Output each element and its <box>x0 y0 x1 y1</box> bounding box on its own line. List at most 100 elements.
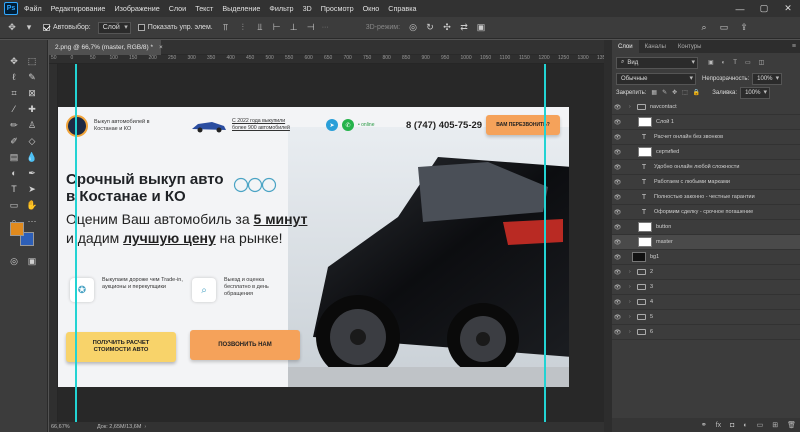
visibility-eye-icon[interactable]: 👁 <box>612 164 623 171</box>
foreground-color-swatch[interactable] <box>10 222 24 236</box>
close-window-button[interactable]: ✕ <box>776 0 800 17</box>
layer-row[interactable]: 👁 › 5 <box>612 310 800 325</box>
layer-row[interactable]: 👁 T Работаем с любыми марками <box>612 175 800 190</box>
panel-collapse-strip[interactable] <box>604 40 612 432</box>
menu-image[interactable]: Изображение <box>114 4 159 13</box>
lock-transparent-icon[interactable]: ▦ <box>651 89 657 96</box>
frame-tool-icon[interactable]: ⊠ <box>24 86 40 100</box>
group-expand-chevron-icon[interactable]: › <box>629 314 635 320</box>
layer-row[interactable]: 👁 › 4 <box>612 295 800 310</box>
share-icon[interactable]: ⇪ <box>738 22 750 34</box>
vertical-guide-right[interactable] <box>544 64 546 422</box>
align-top-icon[interactable]: ⫪ <box>220 22 232 34</box>
3d-camera-icon[interactable]: ▣ <box>475 22 487 34</box>
3d-orbit-icon[interactable]: ◎ <box>407 22 419 34</box>
layer-row[interactable]: 👁 › 2 <box>612 265 800 280</box>
hand-tool-icon[interactable]: ✋ <box>24 198 40 212</box>
menu-select[interactable]: Выделение <box>222 4 260 13</box>
layer-row[interactable]: 👁 › navcontact <box>612 100 800 115</box>
document-tab[interactable]: 2.png @ 66,7% (master, RGB/8) * × <box>49 40 163 55</box>
visibility-eye-icon[interactable]: 👁 <box>612 254 623 261</box>
brush-tool-icon[interactable]: ✏ <box>6 118 22 132</box>
lock-artboard-icon[interactable]: ⬚ <box>682 89 688 96</box>
visibility-eye-icon[interactable]: 👁 <box>612 224 623 231</box>
align-left-icon[interactable]: ⊢ <box>271 22 283 34</box>
healing-brush-icon[interactable]: ✚ <box>24 102 40 116</box>
filter-shape-icon[interactable]: ▭ <box>745 59 751 66</box>
align-right-icon[interactable]: ⊣ <box>305 22 317 34</box>
menu-layers[interactable]: Слои <box>169 4 186 13</box>
more-tools-icon[interactable]: ··· <box>24 214 40 228</box>
opacity-input[interactable]: 100% <box>752 72 783 85</box>
layer-row[interactable]: 👁 T Оформим сделку - срочное погашение <box>612 205 800 220</box>
new-layer-icon[interactable]: ⊞ <box>772 421 778 429</box>
more-options-button[interactable]: ··· <box>322 24 329 31</box>
layer-row[interactable]: 👁 › 6 <box>612 325 800 340</box>
eraser-tool-icon[interactable]: ◇ <box>24 134 40 148</box>
telegram-icon[interactable]: ➤ <box>326 119 338 131</box>
lock-image-icon[interactable]: ✎ <box>662 89 667 96</box>
mask-icon[interactable]: ◘ <box>730 422 734 429</box>
layer-row[interactable]: 👁 T Удобно онлайн любой сложности <box>612 160 800 175</box>
layer-row[interactable]: 👁 T Расчет онлайн без звонков <box>612 130 800 145</box>
visibility-eye-icon[interactable]: 👁 <box>612 314 623 321</box>
auto-select-checkbox[interactable]: Автовыбор: <box>43 24 91 31</box>
blend-mode-dropdown[interactable]: Обычные <box>616 72 696 85</box>
history-brush-icon[interactable]: ✐ <box>6 134 22 148</box>
menu-edit[interactable]: Редактирование <box>51 4 106 13</box>
filter-pixel-icon[interactable]: ▣ <box>708 59 714 66</box>
path-select-tool-icon[interactable]: ➤ <box>24 182 40 196</box>
3d-pan-icon[interactable]: ✣ <box>441 22 453 34</box>
visibility-eye-icon[interactable]: 👁 <box>612 104 623 111</box>
layer-row[interactable]: 👁 T Полностью законно - честные гарантии <box>612 190 800 205</box>
auto-select-dropdown[interactable]: Слой <box>97 21 131 34</box>
link-icon[interactable]: ⚭ <box>701 421 707 429</box>
phone-number[interactable]: 8 (747) 405-75-29 <box>406 120 482 131</box>
visibility-eye-icon[interactable]: 👁 <box>612 299 623 306</box>
visibility-eye-icon[interactable]: 👁 <box>612 134 623 141</box>
visibility-eye-icon[interactable]: 👁 <box>612 119 623 126</box>
zoom-level[interactable]: 66,67% <box>51 424 91 430</box>
group-expand-chevron-icon[interactable]: › <box>629 299 635 305</box>
workspace-icon[interactable]: ▭ <box>718 22 730 34</box>
menu-3d[interactable]: 3D <box>303 4 312 13</box>
vertical-guide-left[interactable] <box>75 64 77 422</box>
adjustment-icon[interactable]: ◐ <box>743 422 747 429</box>
tool-preset-chevron-icon[interactable]: ▾ <box>23 22 35 34</box>
menu-view[interactable]: Просмотр <box>321 4 354 13</box>
lock-position-icon[interactable]: ✥ <box>672 89 677 96</box>
group-expand-chevron-icon[interactable]: › <box>629 284 635 290</box>
search-icon[interactable]: ⌕ <box>698 22 710 34</box>
blur-tool-icon[interactable]: 💧 <box>24 150 40 164</box>
tab-channels[interactable]: Каналы <box>639 40 672 53</box>
layer-row[interactable]: 👁 сертиfied <box>612 145 800 160</box>
filter-smart-icon[interactable]: ◫ <box>759 59 765 66</box>
layer-row[interactable]: 👁 master <box>612 235 800 250</box>
visibility-eye-icon[interactable]: 👁 <box>612 269 623 276</box>
tab-paths[interactable]: Контуры <box>672 40 708 53</box>
menu-filter[interactable]: Фильтр <box>269 4 293 13</box>
quick-select-tool-icon[interactable]: ✎ <box>24 70 40 84</box>
eyedropper-tool-icon[interactable]: ⁄ <box>6 102 22 116</box>
fill-input[interactable]: 100% <box>740 86 771 99</box>
group-icon[interactable]: ▭ <box>757 421 764 429</box>
menu-file[interactable]: Файл <box>24 4 42 13</box>
layer-row[interactable]: 👁 bg1 <box>612 250 800 265</box>
call-us-button[interactable]: ПОЗВОНИТЬ НАМ <box>190 330 300 360</box>
type-tool-icon[interactable]: T <box>6 182 22 196</box>
quick-mask-icon[interactable]: ◎ <box>6 254 22 268</box>
whatsapp-icon[interactable]: ✆ <box>342 119 354 131</box>
left-ruler[interactable] <box>49 64 58 422</box>
visibility-eye-icon[interactable]: 👁 <box>612 239 623 246</box>
3d-roll-icon[interactable]: ↻ <box>424 22 436 34</box>
artboard-image[interactable]: Выкуп автомобилей в Костанае и КО С 2022… <box>58 107 569 387</box>
visibility-eye-icon[interactable]: 👁 <box>612 284 623 291</box>
filter-adjustment-icon[interactable]: ◐ <box>722 60 726 66</box>
maximize-button[interactable]: ▢ <box>752 0 776 17</box>
group-expand-chevron-icon[interactable]: › <box>629 104 635 110</box>
align-center-icon[interactable]: ⊥ <box>288 22 300 34</box>
status-chevron-icon[interactable]: › <box>144 424 146 430</box>
pen-tool-icon[interactable]: ✒ <box>24 166 40 180</box>
group-expand-chevron-icon[interactable]: › <box>629 269 635 275</box>
dodge-tool-icon[interactable]: ◐ <box>6 166 22 180</box>
